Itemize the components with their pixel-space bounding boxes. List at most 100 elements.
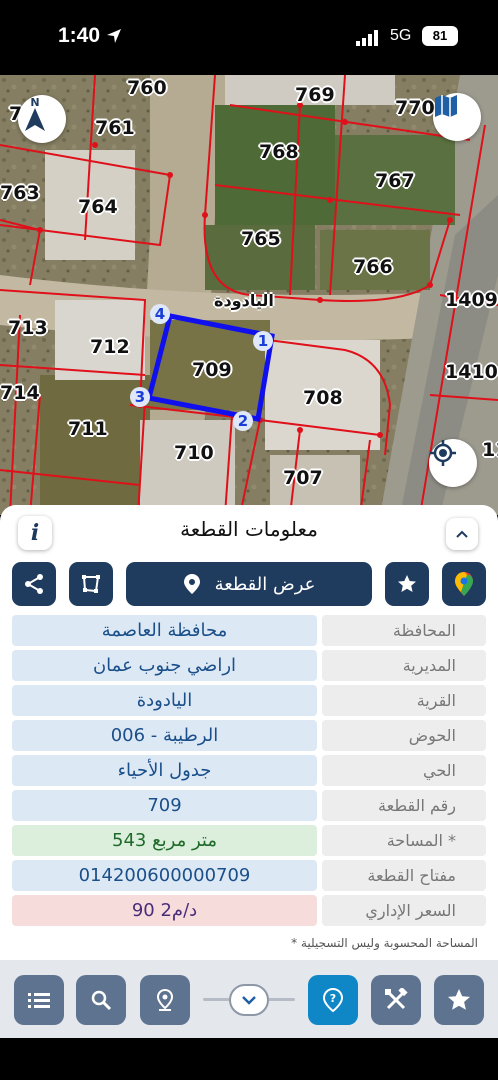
location-pin-icon [183,574,200,594]
tools-icon [385,988,408,1010]
detail-row: 90 د/م2 السعر الإداري [12,895,486,926]
admin-price-value: 90 د/م2 [12,895,317,926]
parcel-label[interactable]: 770 [395,97,435,119]
detail-row: اليادودة القرية [12,685,486,716]
parcel-label[interactable]: 713 [8,317,48,339]
parcel-label[interactable]: 760 [127,77,167,99]
pin-question-icon: ? [322,987,344,1013]
neighborhood-label: الحي [322,755,486,786]
search-icon [91,990,112,1011]
sheet-title: معلومات القطعة [180,517,318,541]
parcel-label[interactable]: 710 [174,442,214,464]
star-icon [448,989,470,1010]
google-maps-button[interactable] [442,562,486,606]
star-icon [398,575,416,592]
selected-parcel-label[interactable]: 709 [192,359,232,381]
show-parcel-button[interactable]: عرض القطعة [126,562,372,606]
parcel-label[interactable]: 767 [375,170,415,192]
status-bar: 1:40 5G 81 [0,0,498,75]
home-indicator-area [0,1038,498,1080]
share-icon [25,574,43,594]
vertex-marker: 3 [130,387,150,407]
parcel-label[interactable]: 1410 [445,361,498,383]
detail-row: الرطيبة - 006 الحوض [12,720,486,751]
favorite-button[interactable] [385,562,429,606]
parcel-label[interactable]: 763 [0,182,40,204]
map-view[interactable]: 760 769 770 761 768 767 763 764 765 766 … [0,75,498,515]
directorate-label: المديرية [322,650,486,681]
parcel-key-label: مفتاح القطعة [322,860,486,891]
detail-row: 014200600000709 مفتاح القطعة [12,860,486,891]
chevron-down-icon [242,996,256,1005]
map-layers-button[interactable] [433,93,481,141]
parcel-label[interactable]: 711 [68,418,108,440]
compass-button[interactable]: N [18,95,66,143]
location-search-button[interactable] [140,975,190,1025]
expand-toolbar-button[interactable] [229,984,269,1016]
google-maps-icon [455,572,473,596]
my-location-button[interactable] [429,439,477,487]
battery-icon: 81 [422,26,458,46]
parcel-label[interactable]: 768 [259,141,299,163]
area-footnote: * المساحة المحسوبة وليس التسجيلية [291,936,478,950]
help-location-button[interactable]: ? [308,975,358,1025]
parcel-label[interactable]: 761 [95,117,135,139]
north-arrow-icon: N [25,96,45,131]
parcel-label[interactable]: 708 [303,387,343,409]
show-parcel-label: عرض القطعة [214,573,316,595]
network-label: 5G [390,27,412,44]
collapse-button[interactable] [446,518,478,550]
detail-row: جدول الأحياء الحي [12,755,486,786]
parcel-number-value: 709 [12,790,317,821]
signal-icon [356,30,382,50]
vertex-marker: 1 [253,331,273,351]
parcel-label[interactable]: 707 [283,467,323,489]
village-value: اليادودة [12,685,317,716]
basin-label: الحوض [322,720,486,751]
location-arrow-icon [106,28,122,48]
share-button[interactable] [12,562,56,606]
vertex-marker: 4 [150,304,170,324]
detail-row: 543 متر مربع المساحة * [12,825,486,856]
area-label: المساحة * [322,825,486,856]
tools-button[interactable] [371,975,421,1025]
crosshair-icon [430,440,456,466]
svg-text:N: N [30,96,39,109]
area-value: 543 متر مربع [12,825,317,856]
pin-outline-icon [156,988,174,1011]
parcel-label[interactable]: 764 [78,196,118,218]
directorate-value: اراضي جنوب عمان [12,650,317,681]
parcel-info-sheet: i معلومات القطعة عرض القطعة محافظة العاص… [0,505,498,960]
neighborhood-value: جدول الأحياء [12,755,317,786]
parcel-label[interactable]: 712 [90,336,130,358]
polygon-button[interactable] [69,562,113,606]
status-time: 1:40 [58,24,101,47]
admin-price-label: السعر الإداري [322,895,486,926]
parcel-label[interactable]: 1409 [445,289,498,311]
detail-row: 709 رقم القطعة [12,790,486,821]
vertex-marker: 2 [233,411,253,431]
map-icon [435,95,457,117]
basin-value: الرطيبة - 006 [12,720,317,751]
chevron-up-icon [456,530,468,538]
parcel-label[interactable]: 714 [0,382,40,404]
parcel-label[interactable]: 11 [482,439,498,461]
parcel-key-value: 014200600000709 [12,860,317,891]
svg-text:?: ? [330,992,336,1005]
search-button[interactable] [76,975,126,1025]
favorites-button[interactable] [434,975,484,1025]
parcel-label[interactable]: 766 [353,256,393,278]
parcel-label[interactable]: 765 [241,228,281,250]
polygon-icon [82,575,100,593]
village-label: القرية [322,685,486,716]
bottom-toolbar: ? [0,960,498,1038]
detail-row: اراضي جنوب عمان المديرية [12,650,486,681]
parcel-label[interactable]: 769 [295,84,335,106]
parcel-details: محافظة العاصمة المحافظة اراضي جنوب عمان … [12,615,486,930]
detail-row: محافظة العاصمة المحافظة [12,615,486,646]
governorate-label: المحافظة [322,615,486,646]
list-icon [28,993,50,1008]
governorate-value: محافظة العاصمة [12,615,317,646]
parcel-number-label: رقم القطعة [322,790,486,821]
menu-button[interactable] [14,975,64,1025]
